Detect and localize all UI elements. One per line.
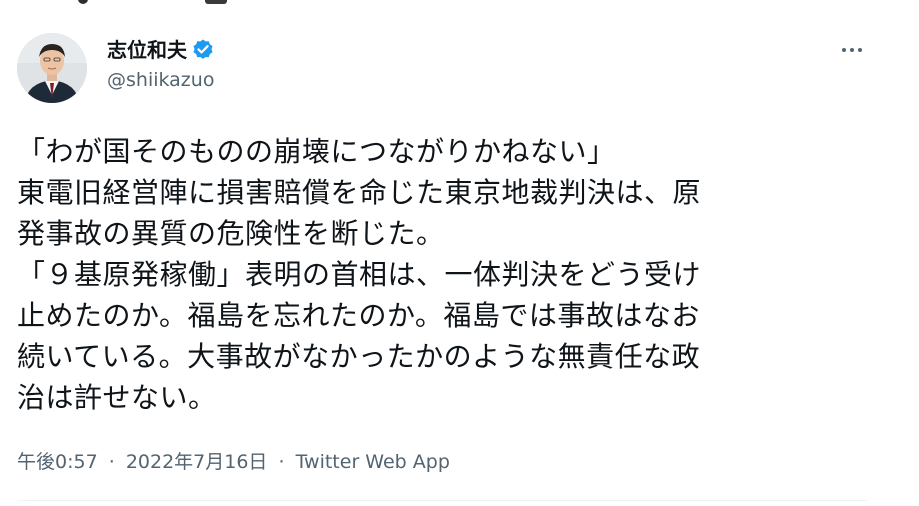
tweet-text: 「わが国そのものの崩壊につながりかねない」 東電旧経営陣に損害賠償を命じた東京地… — [17, 131, 897, 418]
avatar-portrait-icon — [17, 33, 87, 103]
tweet: 志位和夫 @shiikazuo 「わが国そのものの崩壊につながりかねない」 東電… — [0, 0, 919, 506]
tweet-text-line: 止めたのか。福島を忘れたのか。福島では事故はなお — [17, 299, 700, 332]
more-options-button[interactable] — [830, 35, 874, 65]
tweet-text-line: 治は許せない。 — [17, 381, 217, 414]
more-horizontal-icon — [850, 48, 854, 52]
meta-separator: · — [278, 451, 285, 473]
divider — [17, 500, 867, 501]
tweet-date[interactable]: 2022年7月16日 — [126, 451, 268, 473]
name-row: 志位和夫 — [107, 35, 215, 65]
tweet-time[interactable]: 午後0:57 — [17, 451, 98, 473]
tweet-text-line: 続いている。大事故がなかったかのような無責任な政 — [17, 340, 701, 373]
more-horizontal-icon — [842, 48, 846, 52]
display-name[interactable]: 志位和夫 — [107, 35, 187, 65]
verified-badge-icon — [191, 38, 215, 62]
tweet-text-line: 東電旧経営陣に損害賠償を命じた東京地裁判決は、原 — [17, 176, 702, 209]
more-horizontal-icon — [858, 48, 862, 52]
tweet-text-line: 「９基原発稼働」表明の首相は、一体判決をどう受け — [17, 258, 702, 291]
avatar[interactable] — [17, 33, 87, 103]
tweet-source[interactable]: Twitter Web App — [296, 451, 450, 473]
tweet-text-line: 発事故の異質の危険性を断じた。 — [17, 217, 445, 250]
author-info: 志位和夫 @shiikazuo — [107, 35, 215, 93]
tweet-text-line: 「わが国そのものの崩壊につながりかねない」 — [17, 135, 616, 168]
handle[interactable]: @shiikazuo — [107, 67, 215, 93]
tweet-metadata: 午後0:57 · 2022年7月16日 · Twitter Web App — [17, 448, 450, 476]
meta-separator: · — [108, 451, 115, 473]
